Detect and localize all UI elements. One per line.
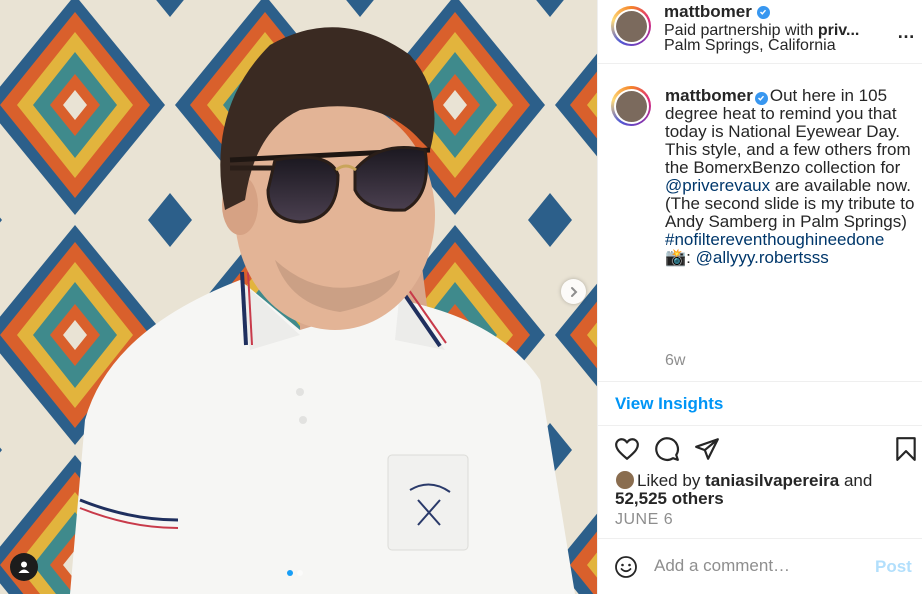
emoji-button[interactable] [614,555,638,584]
comment-bar: Post [598,538,922,594]
caption-timestamp[interactable]: 6w [665,352,685,370]
share-button[interactable] [694,436,720,467]
post-image [0,0,597,594]
caption-section: mattbomer Out here in 105 degree heat to … [598,64,922,382]
mention-link[interactable]: @allyyy.robertsss [696,248,829,267]
liker-username[interactable]: taniasilvapereira [705,471,839,490]
liker-avatar[interactable] [615,470,635,490]
like-button[interactable] [614,436,640,467]
carousel-dot [287,570,293,576]
user-tag-button[interactable] [10,553,38,581]
caption-body: (The second slide is my tribute to Andy … [665,194,915,231]
caption-text: mattbomer Out here in 105 degree heat to … [665,87,917,267]
caption-username[interactable]: mattbomer [665,86,753,105]
bookmark-icon [896,437,916,461]
likes-conjunction: and [839,471,873,490]
username-text[interactable]: mattbomer [664,2,752,22]
likes-prefix: Liked by [637,471,706,490]
view-insights-link[interactable]: View Insights [615,394,723,414]
carousel-indicator [287,570,303,576]
verified-badge-icon [754,91,768,105]
comment-input[interactable] [654,554,854,578]
divider [598,425,922,426]
avatar[interactable] [611,6,651,46]
caption-body: are available now. [770,176,911,195]
camera-emoji: 📸 [665,248,687,267]
emoji-icon [615,556,637,578]
likes-count[interactable]: 52,525 others [615,489,724,508]
post-comment-button[interactable]: Post [875,557,912,577]
post-side-panel: mattbomer Paid partnership with priv... … [597,0,922,594]
hashtag-link[interactable]: #nofiltereventhoughineedone [665,230,884,249]
user-tag-icon [18,561,30,573]
share-icon [695,438,719,460]
heart-icon [615,438,639,460]
location-link[interactable]: Palm Springs, California [664,37,836,55]
save-button[interactable] [894,436,918,467]
action-bar [598,436,922,466]
chevron-right-icon [570,286,577,297]
mention-link[interactable]: @priverevaux [665,176,770,195]
carousel-dot [297,570,303,576]
post-date: JUNE 6 [615,511,674,528]
likes-summary: Liked by taniasilvapereira and 52,525 ot… [615,470,915,508]
more-options-icon[interactable]: … [897,22,916,43]
avatar-image [615,10,647,42]
caption-body: : [686,248,696,267]
post-header: mattbomer Paid partnership with priv... … [598,0,922,64]
next-slide-button[interactable] [561,279,586,304]
avatar-image [615,90,647,122]
comment-button[interactable] [654,436,680,467]
verified-badge-icon [756,5,770,19]
comment-icon [655,437,679,461]
header-username[interactable]: mattbomer [664,2,770,22]
caption-avatar[interactable] [611,86,651,126]
post-photo[interactable] [0,0,597,594]
